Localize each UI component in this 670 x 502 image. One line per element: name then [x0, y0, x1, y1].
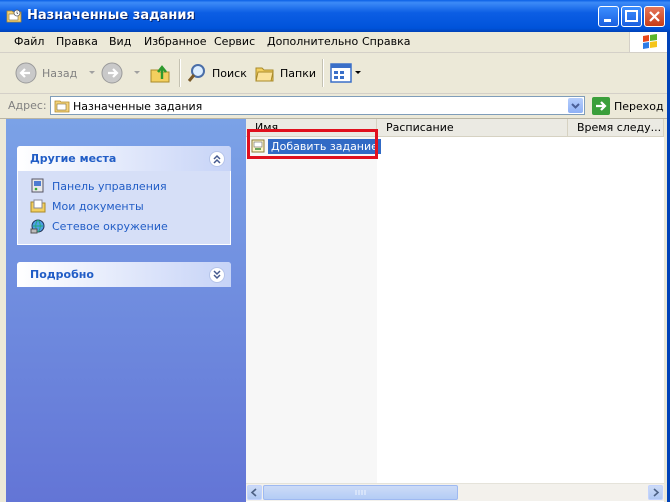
chevron-down-icon [134, 71, 140, 74]
other-places-box: Другие места Панель управления Мои докум… [17, 146, 231, 245]
windows-flag-icon [643, 34, 657, 49]
other-places-header[interactable]: Другие места [17, 146, 231, 171]
search-icon [187, 64, 205, 82]
my-documents-icon [30, 199, 46, 213]
annotation-highlight-box [247, 129, 378, 159]
minimize-button[interactable] [598, 6, 619, 27]
folders-icon [255, 67, 274, 82]
chevron-down-icon [571, 103, 580, 109]
address-bar: Адрес: Назначенные задания Переход [0, 94, 670, 119]
control-panel-icon [31, 178, 44, 193]
views-button[interactable] [330, 59, 362, 87]
menu-advanced[interactable]: Дополнительно [267, 35, 358, 48]
windows-logo [629, 32, 670, 52]
scroll-thumb[interactable] [263, 485, 458, 500]
file-list[interactable]: Имя Расписание Время следу... Добавить з… [246, 119, 670, 502]
horizontal-scrollbar[interactable] [246, 483, 664, 501]
double-chevron-up-icon [213, 154, 221, 164]
column-schedule[interactable]: Расписание [377, 119, 568, 136]
close-icon [649, 11, 660, 22]
search-label: Поиск [212, 66, 247, 80]
back-arrow-icon [15, 62, 37, 84]
link-label: Панель управления [52, 179, 167, 193]
collapse-button[interactable] [209, 151, 225, 167]
address-dropdown-button[interactable] [568, 98, 583, 113]
column-next-run-label: Время следу... [577, 121, 662, 134]
scheduled-tasks-folder-icon [6, 9, 22, 23]
expand-button[interactable] [209, 267, 225, 283]
network-globe-icon [30, 219, 45, 234]
back-button[interactable]: Назад [14, 59, 99, 87]
link-label: Мои документы [52, 199, 144, 213]
forward-arrow-icon [101, 62, 123, 84]
sorted-column-background [246, 137, 377, 483]
toolbar-separator [179, 59, 181, 87]
column-next-run[interactable]: Время следу... [568, 119, 664, 136]
search-button[interactable]: Поиск [186, 59, 247, 87]
up-folder-button[interactable] [148, 59, 172, 87]
toolbar: Назад Поиск Папки [0, 53, 670, 94]
task-pane: Другие места Панель управления Мои докум… [6, 119, 246, 502]
toolbar-separator [322, 59, 324, 87]
back-label: Назад [42, 66, 78, 80]
minimize-icon [604, 19, 611, 22]
scroll-right-button[interactable] [648, 485, 663, 500]
link-control-panel[interactable]: Панель управления [30, 176, 230, 196]
details-header[interactable]: Подробно [17, 262, 231, 287]
folder-up-icon [150, 65, 170, 83]
go-label: Переход [614, 99, 664, 113]
menu-bar: Файл Правка Вид Избранное Сервис Дополни… [0, 32, 670, 53]
scheduled-tasks-folder-icon [54, 100, 70, 113]
folders-button[interactable]: Папки [254, 59, 316, 87]
chevron-left-icon [250, 488, 257, 497]
explorer-window: Назначенные задания Файл Правка Вид Избр… [0, 0, 670, 502]
address-value: Назначенные задания [73, 100, 203, 113]
title-bar[interactable]: Назначенные задания [0, 0, 670, 32]
menu-edit[interactable]: Правка [56, 35, 98, 48]
folders-label: Папки [280, 66, 316, 80]
chevron-down-icon [89, 71, 96, 74]
menu-file[interactable]: Файл [14, 35, 44, 48]
menu-view[interactable]: Вид [109, 35, 131, 48]
address-input[interactable]: Назначенные задания [50, 96, 585, 115]
menu-favorites[interactable]: Избранное [144, 35, 206, 48]
link-label: Сетевое окружение [52, 219, 168, 233]
other-places-title: Другие места [30, 152, 117, 165]
chevron-down-icon [355, 71, 361, 74]
menu-tools[interactable]: Сервис [214, 35, 255, 48]
link-my-documents[interactable]: Мои документы [30, 196, 230, 216]
window-title: Назначенные задания [27, 8, 195, 23]
link-network-places[interactable]: Сетевое окружение [30, 216, 230, 236]
maximize-button[interactable] [621, 6, 642, 27]
grip-icon [355, 490, 366, 495]
close-button[interactable] [644, 6, 665, 27]
go-arrow-icon [592, 97, 610, 115]
double-chevron-down-icon [213, 270, 221, 280]
views-grid-icon [330, 63, 352, 83]
scroll-left-button[interactable] [247, 485, 262, 500]
column-schedule-label: Расписание [386, 121, 454, 134]
chevron-right-icon [653, 488, 660, 497]
other-places-links: Панель управления Мои документы Сетевое … [17, 171, 231, 245]
forward-button[interactable] [100, 59, 144, 87]
maximize-icon [625, 10, 638, 22]
address-label: Адрес: [8, 99, 47, 112]
menu-help[interactable]: Справка [362, 35, 410, 48]
details-title: Подробно [30, 268, 94, 281]
details-box: Подробно [17, 262, 231, 287]
go-button[interactable]: Переход [592, 97, 664, 115]
